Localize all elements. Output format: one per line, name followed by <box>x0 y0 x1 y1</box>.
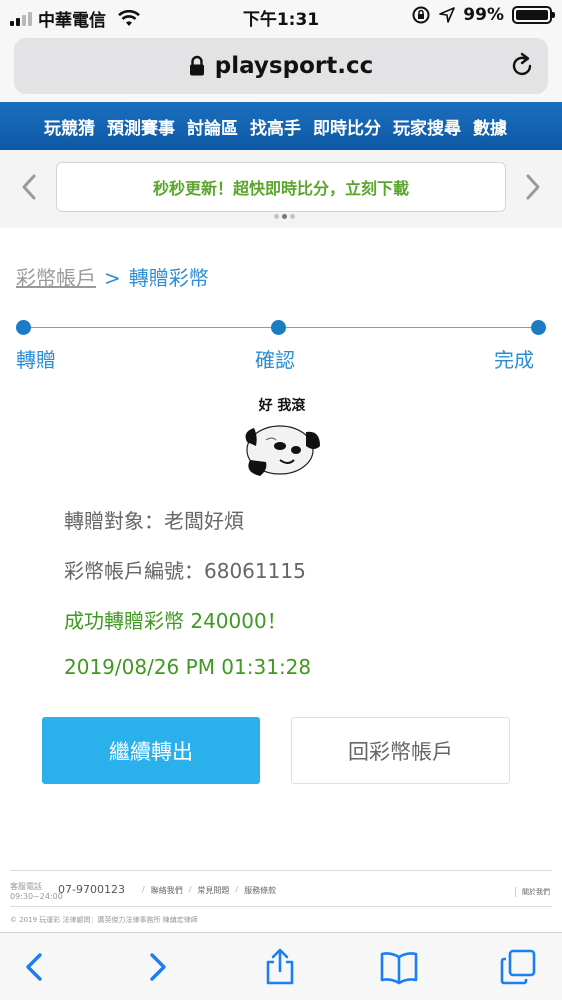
site-nav-item[interactable]: 數據 <box>473 114 507 139</box>
continue-transfer-button[interactable]: 繼續轉出 <box>42 717 260 784</box>
footer-divider <box>10 870 552 871</box>
panda-meme-image: 好 我滾 <box>236 390 328 484</box>
cellular-signal-icon <box>10 11 32 26</box>
footer-link-faq[interactable]: 常見問題 <box>197 885 229 896</box>
service-label: 客服電話 <box>10 882 42 891</box>
battery-icon <box>512 6 555 24</box>
back-icon[interactable] <box>14 947 54 987</box>
location-icon <box>439 7 456 23</box>
transfer-timestamp: 2019/08/26 PM 01:31:28 <box>64 655 312 679</box>
step-dot-confirm <box>271 320 286 335</box>
banner-dot <box>274 214 279 219</box>
footer-link-terms[interactable]: 服務條款 <box>244 885 276 896</box>
ios-status-bar: 中華電信 下午1:31 99% <box>0 0 562 34</box>
back-to-account-button[interactable]: 回彩幣帳戶 <box>291 717 510 784</box>
banner-dot-active <box>282 214 287 219</box>
tabs-icon[interactable] <box>498 947 538 987</box>
account-number-text: 彩幣帳戶編號：68061115 <box>64 559 306 583</box>
recipient-text: 轉贈對象：老闆好煩 <box>64 509 244 533</box>
service-hours: 09:30~24:00 <box>10 892 63 901</box>
banner-dot <box>290 214 295 219</box>
status-left: 中華電信 <box>10 6 140 31</box>
step-dot-transfer <box>16 320 31 335</box>
service-phone[interactable]: 07-9700123 <box>58 883 125 896</box>
address-bar[interactable]: playsport.cc <box>14 38 548 94</box>
wifi-icon <box>118 9 140 26</box>
footer-divider-2 <box>10 906 552 907</box>
forward-icon[interactable] <box>138 947 178 987</box>
carrier-name: 中華電信 <box>38 11 106 31</box>
step-label-complete: 完成 <box>494 348 534 372</box>
browser-toolbar <box>0 932 562 1000</box>
battery-level <box>516 10 548 20</box>
banner-next-icon[interactable] <box>518 170 548 204</box>
browser-address-area: playsport.cc <box>0 34 562 102</box>
battery-percent: 99% <box>463 5 504 25</box>
reload-icon[interactable] <box>508 52 536 80</box>
breadcrumb: 彩幣帳戶 > 轉贈彩幣 <box>16 262 209 291</box>
banner-pagination <box>274 214 295 219</box>
site-nav-item[interactable]: 討論區 <box>187 114 238 139</box>
footer-links: / 聯絡我們 / 常見問題 / 服務條款 <box>142 885 277 896</box>
promo-banner: 秒秒更新！超快即時比分，立刻下載 <box>0 150 562 228</box>
footer-link-contact[interactable]: 聯絡我們 <box>151 885 183 896</box>
success-message: 成功轉贈彩幣 240000！ <box>64 609 287 633</box>
footer-service: 客服電話 09:30~24:00 <box>10 882 63 902</box>
breadcrumb-parent-link[interactable]: 彩幣帳戶 <box>16 262 96 291</box>
banner-prev-icon[interactable] <box>14 170 44 204</box>
site-nav-item[interactable]: 預測賽事 <box>107 114 175 139</box>
banner-text: 秒秒更新！超快即時比分，立刻下載 <box>152 179 409 198</box>
site-nav-item[interactable]: 玩競猜 <box>44 114 95 139</box>
step-dot-complete <box>531 320 546 335</box>
breadcrumb-separator: > <box>104 266 121 290</box>
orientation-lock-icon <box>412 6 430 24</box>
site-nav-item[interactable]: 找高手 <box>250 114 301 139</box>
site-nav-item[interactable]: 玩家搜尋 <box>393 114 461 139</box>
footer-link-about[interactable]: 關於我們 <box>515 887 550 897</box>
share-icon[interactable] <box>260 947 300 987</box>
breadcrumb-current: 轉贈彩幣 <box>128 266 209 290</box>
lock-icon <box>189 55 204 76</box>
step-label-confirm: 確認 <box>255 348 295 372</box>
url-text: playsport.cc <box>214 53 374 79</box>
site-nav: 玩競猜 預測賽事 討論區 找高手 即時比分 玩家搜尋 數據 <box>0 102 562 150</box>
footer-copyright: © 2019 玩運彩 法律顧問：廣英傑力法律事務所 陳鎮宏律師 <box>10 916 198 924</box>
site-nav-items: 玩競猜 預測賽事 討論區 找高手 即時比分 玩家搜尋 數據 <box>44 102 507 150</box>
status-right: 99% <box>411 5 555 25</box>
site-nav-item[interactable]: 即時比分 <box>313 114 381 139</box>
banner-link[interactable]: 秒秒更新！超快即時比分，立刻下載 <box>56 162 506 212</box>
step-label-transfer: 轉贈 <box>16 348 56 372</box>
meme-caption: 好 我滾 <box>258 397 307 414</box>
bookmarks-icon[interactable] <box>379 947 419 987</box>
